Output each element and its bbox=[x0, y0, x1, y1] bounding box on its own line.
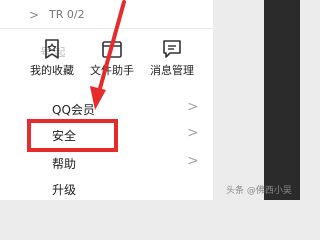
annotation-arrow bbox=[90, 0, 126, 110]
watermark: 头条 @佛西小吴 bbox=[226, 186, 292, 196]
